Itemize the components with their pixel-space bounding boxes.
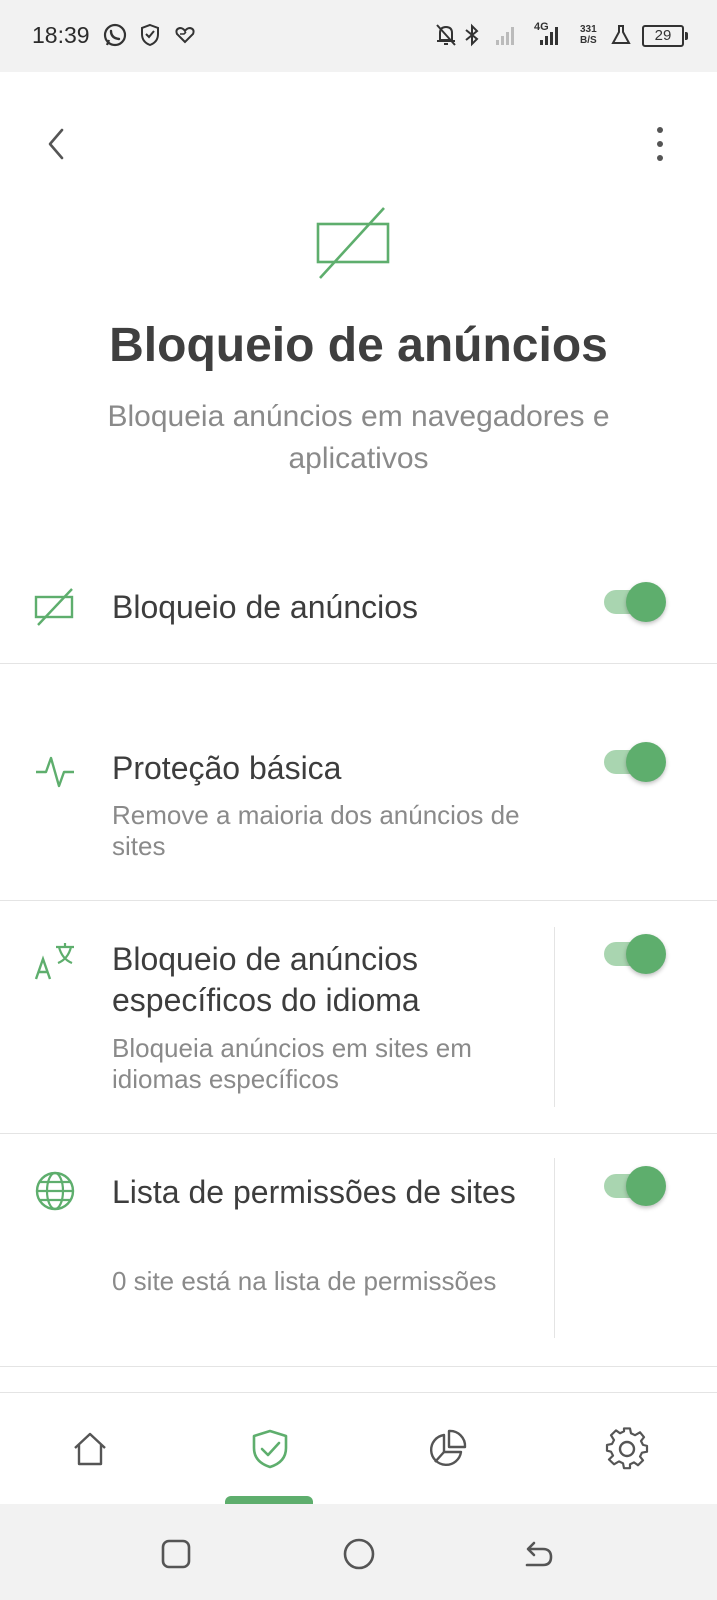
translate-icon bbox=[34, 941, 76, 988]
language-specific-toggle[interactable] bbox=[602, 934, 666, 974]
signal-weak-icon bbox=[494, 20, 518, 55]
chevron-left-icon bbox=[48, 128, 64, 160]
network-speed: 331 B/S bbox=[580, 24, 597, 46]
divider bbox=[0, 1366, 717, 1367]
setting-description: Remove a maioria dos anúncios de sites bbox=[112, 800, 520, 861]
network-speed-unit: B/S bbox=[580, 35, 597, 46]
battery-indicator: 29 bbox=[642, 25, 688, 47]
more-options-button[interactable] bbox=[640, 120, 680, 168]
divider bbox=[0, 663, 717, 664]
heart-icon bbox=[174, 20, 196, 55]
shield-check-icon bbox=[252, 1429, 288, 1469]
back-button[interactable] bbox=[36, 120, 76, 168]
setting-title: Proteção básica bbox=[112, 750, 342, 786]
system-back-button[interactable] bbox=[516, 1532, 560, 1576]
bottom-navigation bbox=[0, 1392, 717, 1504]
toggle-knob bbox=[626, 582, 666, 622]
recent-apps-button[interactable] bbox=[154, 1532, 198, 1576]
vertical-divider bbox=[554, 927, 555, 1107]
setting-description: 0 site está na lista de permissões bbox=[112, 1266, 497, 1296]
flask-icon bbox=[610, 20, 632, 55]
page-title: Bloqueio de anúncios bbox=[109, 319, 608, 372]
back-arrow-icon bbox=[525, 1541, 553, 1567]
home-button[interactable] bbox=[337, 1532, 381, 1576]
toggle-knob bbox=[626, 1166, 666, 1206]
nav-protection[interactable] bbox=[210, 1393, 330, 1505]
status-time: 18:39 bbox=[32, 22, 90, 48]
globe-icon bbox=[34, 1170, 76, 1217]
system-navigation-bar bbox=[0, 1504, 717, 1600]
setting-title: Lista de permissões de sites bbox=[112, 1174, 516, 1210]
website-allowlist-toggle[interactable] bbox=[602, 1166, 666, 1206]
gear-icon bbox=[605, 1427, 649, 1470]
whatsapp-icon bbox=[102, 20, 128, 55]
bell-off-icon bbox=[434, 20, 458, 55]
setting-description: Bloqueia anúncios em sites em idiomas es… bbox=[112, 1033, 472, 1094]
circle-icon bbox=[343, 1538, 375, 1570]
vertical-divider bbox=[554, 1158, 555, 1338]
setting-row-language-specific[interactable]: Bloqueio de anúncios específicos do idio… bbox=[0, 901, 717, 1133]
square-icon bbox=[161, 1539, 191, 1569]
setting-row-basic-protection[interactable]: Proteção básica Remove a maioria dos anú… bbox=[0, 720, 717, 900]
bluetooth-icon bbox=[462, 20, 482, 55]
pie-chart-icon bbox=[429, 1429, 467, 1467]
toggle-knob bbox=[626, 742, 666, 782]
home-icon bbox=[74, 1432, 106, 1466]
nav-statistics[interactable] bbox=[387, 1393, 507, 1505]
status-bar: 18:39 4G 331 B/S 29 bbox=[0, 0, 717, 72]
nav-home[interactable] bbox=[30, 1393, 150, 1505]
ad-block-icon bbox=[34, 586, 76, 633]
nav-settings[interactable] bbox=[567, 1393, 687, 1505]
ad-block-hero-icon bbox=[316, 206, 392, 287]
setting-title: Bloqueio de anúncios bbox=[112, 589, 419, 625]
page-subtitle: Bloqueia anúncios em navegadores e aplic… bbox=[107, 400, 610, 475]
network-speed-value: 331 bbox=[580, 24, 597, 35]
pulse-icon bbox=[34, 750, 76, 797]
basic-protection-toggle[interactable] bbox=[602, 742, 666, 782]
setting-row-website-allowlist[interactable]: Lista de permissões de sites 0 site está… bbox=[0, 1134, 717, 1366]
toggle-knob bbox=[626, 934, 666, 974]
setting-row-ad-blocking[interactable]: Bloqueio de anúncios bbox=[0, 560, 717, 663]
setting-title: Bloqueio de anúncios específicos do idio… bbox=[112, 941, 420, 1018]
signal-strong-icon bbox=[538, 20, 562, 55]
more-vertical-icon bbox=[657, 127, 663, 161]
shield-icon bbox=[138, 20, 162, 55]
ad-blocking-toggle[interactable] bbox=[602, 582, 666, 622]
